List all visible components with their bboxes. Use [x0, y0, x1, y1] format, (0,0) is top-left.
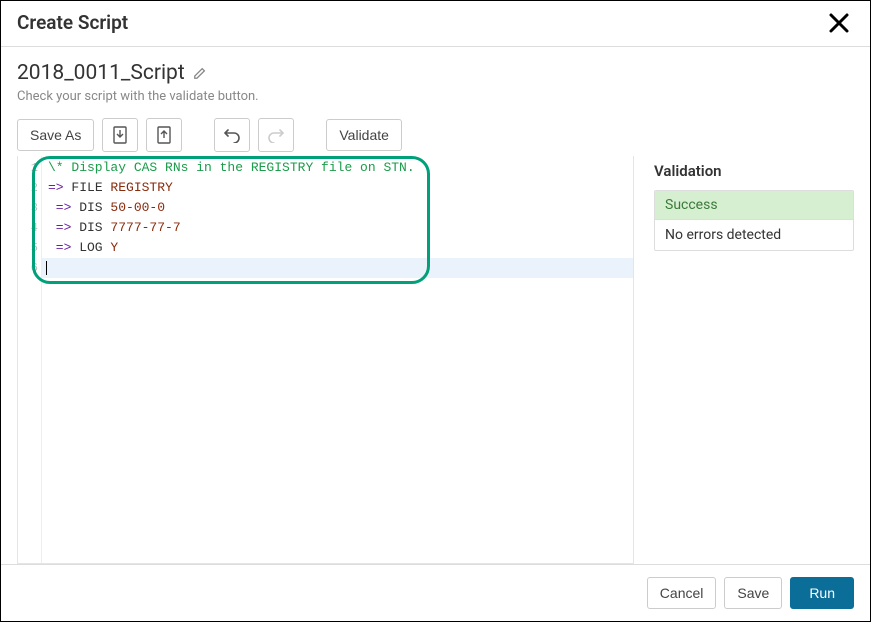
modal-title: Create Script: [17, 11, 824, 34]
undo-icon[interactable]: [214, 118, 250, 152]
close-icon[interactable]: [824, 12, 854, 34]
code-line[interactable]: [42, 258, 633, 278]
main-panels: 123456 \* Display CAS RNs in the REGISTR…: [17, 156, 854, 564]
line-number: 5: [18, 238, 41, 258]
script-name-row: 2018_0011_Script: [17, 61, 854, 85]
validate-button[interactable]: Validate: [326, 119, 402, 151]
line-number: 3: [18, 198, 41, 218]
line-gutter: 123456: [18, 156, 42, 563]
export-icon[interactable]: [146, 118, 182, 152]
validation-panel: Validation Success No errors detected: [654, 156, 854, 564]
modal-header: Create Script: [1, 1, 870, 47]
editor-toolbar: Save As Validate: [17, 118, 854, 152]
edit-name-icon[interactable]: [193, 66, 207, 80]
modal-footer: Cancel Save Run: [1, 564, 870, 621]
cursor-caret: [46, 261, 47, 275]
import-icon[interactable]: [102, 118, 138, 152]
redo-icon[interactable]: [258, 118, 294, 152]
code-editor[interactable]: 123456 \* Display CAS RNs in the REGISTR…: [17, 156, 634, 564]
create-script-modal: Create Script 2018_0011_Script Check you…: [0, 0, 871, 622]
code-line[interactable]: => LOG Y: [42, 238, 633, 258]
validation-box: Success No errors detected: [654, 190, 854, 251]
modal-body: 2018_0011_Script Check your script with …: [1, 47, 870, 564]
validation-message: No errors detected: [655, 220, 853, 250]
code-line[interactable]: => FILE REGISTRY: [42, 178, 633, 198]
validation-status: Success: [655, 191, 853, 220]
line-number: 1: [18, 158, 41, 178]
code-line[interactable]: \* Display CAS RNs in the REGISTRY file …: [42, 158, 633, 178]
validation-title: Validation: [654, 156, 854, 180]
code-area[interactable]: \* Display CAS RNs in the REGISTRY file …: [42, 156, 633, 563]
script-name: 2018_0011_Script: [17, 61, 185, 85]
run-button[interactable]: Run: [790, 577, 854, 609]
code-line[interactable]: => DIS 50-00-0: [42, 198, 633, 218]
line-number: 4: [18, 218, 41, 238]
line-number: 2: [18, 178, 41, 198]
cancel-button[interactable]: Cancel: [647, 577, 717, 609]
code-line[interactable]: => DIS 7777-77-7: [42, 218, 633, 238]
hint-text: Check your script with the validate butt…: [17, 89, 854, 104]
save-as-button[interactable]: Save As: [17, 119, 94, 151]
line-number: 6: [18, 258, 41, 278]
save-button[interactable]: Save: [724, 577, 782, 609]
